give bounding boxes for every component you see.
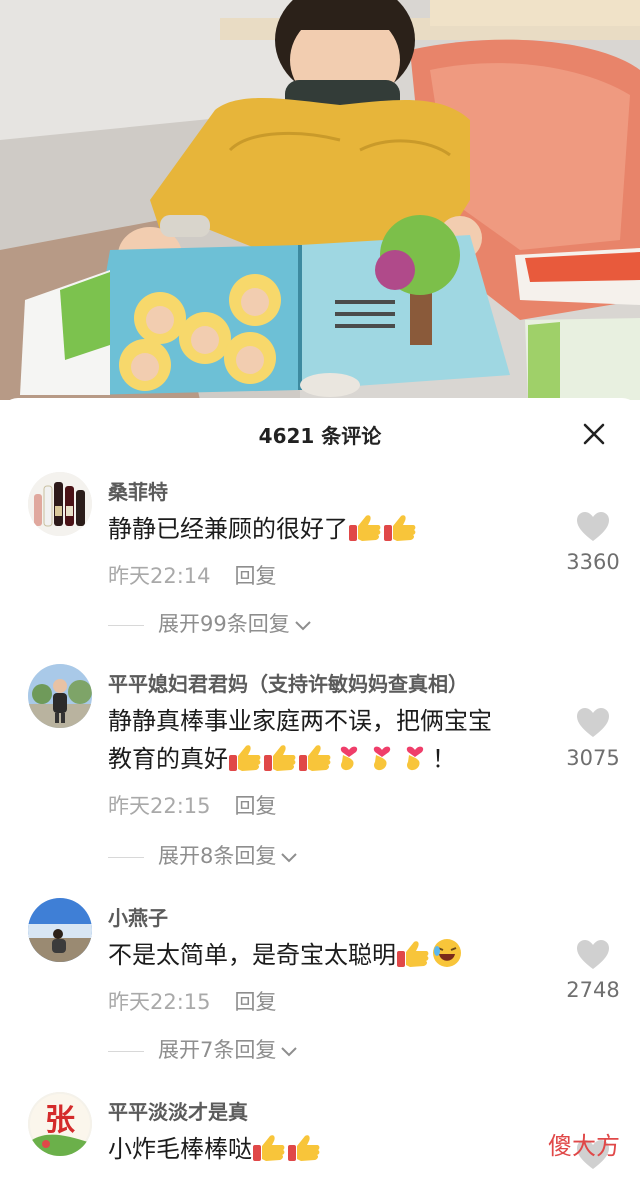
comment-text: 小炸毛棒棒哒 (108, 1130, 548, 1174)
heart-icon[interactable] (576, 512, 610, 542)
thumbs-up-emoji-icon (396, 939, 430, 980)
thumbs-up-emoji-icon (348, 513, 382, 554)
thumbs-up-emoji-icon (263, 743, 297, 784)
reply-button[interactable]: 回复 (235, 986, 277, 1016)
comment-username[interactable]: 平平媳妇君君妈（支持许敏妈妈查真相） (108, 668, 468, 697)
like-count: 3360 (566, 550, 620, 574)
comment-text-body: 静静已经兼顾的很好了 (108, 515, 348, 543)
reply-button[interactable]: 回复 (235, 560, 277, 590)
comments-sheet: 4621 条评论 桑菲特 静静已经兼顾的很好了 昨天22:14 回复 展开99条… (0, 398, 640, 1178)
watermark-text: 傻大方 (548, 1132, 620, 1160)
comment-time: 昨天22:14 (108, 564, 211, 588)
chevron-down-icon (280, 1039, 298, 1063)
reply-button[interactable]: 回复 (235, 790, 277, 820)
comment-item: 桑菲特 静静已经兼顾的很好了 昨天22:14 回复 展开99条回复 3360 (0, 472, 640, 642)
like-area: 2748 (560, 940, 626, 1002)
close-button[interactable] (578, 418, 610, 450)
comment-text-end: ！ (432, 745, 456, 773)
expand-replies-button[interactable]: 展开8条回复 (108, 840, 298, 870)
comment-item: 小燕子 不是太简单，是奇宝太聪明 昨天22:15 回复 展开7条回复 2748 (0, 898, 640, 1068)
comment-text-line2-wrap: 教育的真好 ！ (108, 740, 548, 784)
like-area: 3360 (560, 512, 626, 574)
heart-icon[interactable] (576, 940, 610, 970)
comment-time: 昨天22:15 (108, 990, 211, 1014)
comment-text-body: 不是太简单，是奇宝太聪明 (108, 941, 396, 969)
wine-bottles-avatar-image (28, 472, 92, 536)
comment-item: 张 平平淡淡才是真 小炸毛棒棒哒 (0, 1092, 640, 1178)
child-reading-photo (0, 0, 640, 400)
comments-header: 4621 条评论 (0, 398, 640, 472)
comment-time: 昨天22:15 (108, 794, 211, 818)
thumbs-up-emoji-icon (287, 1133, 321, 1174)
finger-heart-emoji-icon (366, 741, 398, 784)
video-photo[interactable] (0, 0, 640, 400)
expand-replies-label: 展开8条回复 (158, 844, 277, 868)
comment-text: 静静已经兼顾的很好了 (108, 510, 548, 554)
thumbs-up-emoji-icon (252, 1133, 286, 1174)
avatar[interactable] (28, 472, 92, 536)
calligraphy-avatar-image: 张 (28, 1092, 92, 1156)
comment-item: 平平媳妇君君妈（支持许敏妈妈查真相） 静静真棒事业家庭两不误，把俩宝宝 教育的真… (0, 664, 640, 874)
expand-replies-button[interactable]: 展开7条回复 (108, 1034, 298, 1064)
comment-meta: 昨天22:14 回复 (108, 560, 277, 590)
chevron-down-icon (294, 613, 312, 637)
comment-text-body: 小炸毛棒棒哒 (108, 1135, 252, 1163)
chevron-down-icon (280, 845, 298, 869)
comments-count-title: 4621 条评论 (258, 424, 382, 448)
divider (108, 856, 144, 858)
avatar-calligraphy-char: 张 (45, 1103, 75, 1138)
heart-icon[interactable] (576, 708, 610, 738)
comment-meta: 昨天22:15 回复 (108, 790, 277, 820)
avatar[interactable]: 张 (28, 1092, 92, 1156)
like-area: 3075 (560, 708, 626, 770)
avatar[interactable] (28, 898, 92, 962)
laughing-face-emoji-icon (431, 937, 463, 980)
expand-replies-label: 展开99条回复 (158, 612, 290, 636)
comment-text-line1: 静静真棒事业家庭两不误，把俩宝宝 (108, 707, 492, 735)
comment-text-line2: 教育的真好 (108, 745, 228, 773)
landscape-photo-avatar-image (28, 898, 92, 962)
thumbs-up-emoji-icon (383, 513, 417, 554)
divider (108, 624, 144, 626)
expand-replies-label: 展开7条回复 (158, 1038, 277, 1062)
thumbs-up-emoji-icon (228, 743, 262, 784)
close-icon (583, 423, 605, 445)
comment-text: 静静真棒事业家庭两不误，把俩宝宝 教育的真好 ！ (108, 702, 548, 784)
person-photo-avatar-image (28, 664, 92, 728)
finger-heart-emoji-icon (399, 741, 431, 784)
thumbs-up-emoji-icon (298, 743, 332, 784)
expand-replies-button[interactable]: 展开99条回复 (108, 608, 312, 638)
like-count: 3075 (566, 746, 620, 770)
avatar[interactable] (28, 664, 92, 728)
comment-username[interactable]: 平平淡淡才是真 (108, 1096, 248, 1125)
like-count: 2748 (566, 978, 620, 1002)
finger-heart-emoji-icon (333, 741, 365, 784)
comment-username[interactable]: 小燕子 (108, 902, 168, 931)
comment-text: 不是太简单，是奇宝太聪明 (108, 936, 548, 980)
divider (108, 1050, 144, 1052)
comment-username[interactable]: 桑菲特 (108, 476, 168, 505)
comment-meta: 昨天22:15 回复 (108, 986, 277, 1016)
